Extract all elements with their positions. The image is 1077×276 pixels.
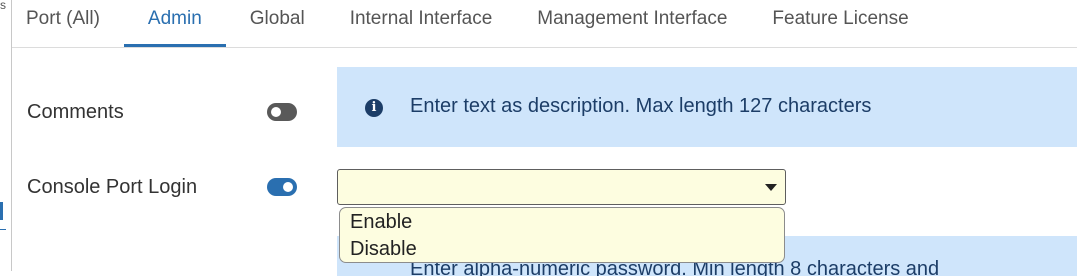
tab-internal-interface[interactable]: Internal Interface	[350, 0, 493, 46]
console-port-login-toggle[interactable]	[267, 178, 297, 196]
console-port-login-select[interactable]	[337, 169, 786, 205]
option-enable[interactable]: Enable	[340, 209, 784, 236]
comments-label: Comments	[27, 101, 124, 123]
console-port-login-dropdown: Enable Disable	[339, 207, 785, 263]
tab-bar: Port (All) Admin Global Internal Interfa…	[12, 0, 1077, 48]
info-circle-icon: i	[365, 99, 383, 117]
toggle-knob	[283, 182, 293, 192]
gutter-glyph-top: s	[0, 0, 6, 12]
gutter-line	[0, 229, 6, 230]
chevron-down-icon[interactable]	[765, 184, 777, 191]
toggle-knob	[271, 107, 281, 117]
comments-info-box: i Enter text as description. Max length …	[337, 67, 1077, 147]
comments-toggle[interactable]	[267, 103, 297, 121]
tab-feature-license[interactable]: Feature License	[772, 0, 908, 46]
tab-admin[interactable]: Admin	[123, 0, 226, 47]
tab-global[interactable]: Global	[250, 0, 305, 46]
left-gutter: s	[0, 0, 12, 271]
option-disable[interactable]: Disable	[340, 236, 784, 263]
console-port-login-label: Console Port Login	[27, 176, 198, 198]
tab-port-all[interactable]: Port (All)	[26, 0, 100, 46]
tab-management-interface[interactable]: Management Interface	[537, 0, 727, 46]
gutter-highlight	[0, 202, 3, 220]
comments-info-text: Enter text as description. Max length 12…	[410, 95, 872, 117]
